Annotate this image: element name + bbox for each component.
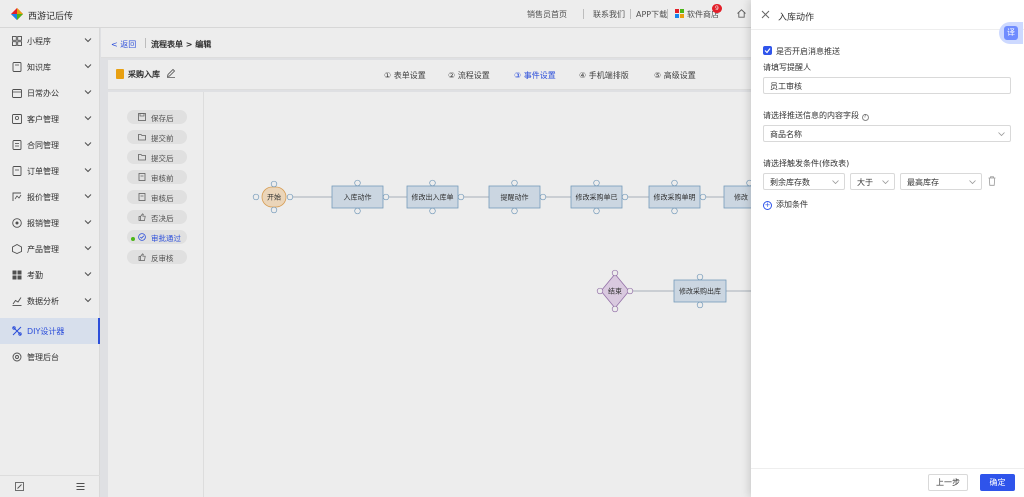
remind-label: 请填写提醒人 — [763, 63, 811, 72]
action-drawer: 入库动作 译 是否开启消息推送 请填写提醒人 员工审核 请选择推送信息的内容字段… — [751, 0, 1024, 497]
chevron-down-icon — [998, 132, 1005, 137]
push-enable-checkbox[interactable] — [763, 46, 772, 55]
trash-icon[interactable] — [988, 176, 996, 186]
content-field-value: 商品名称 — [770, 130, 802, 139]
confirm-button[interactable]: 确定 — [980, 474, 1015, 491]
help-icon[interactable]: ? — [861, 114, 869, 121]
condition-value: 最高库存 — [907, 178, 939, 187]
content-field-select[interactable]: 商品名称 — [763, 125, 1011, 142]
trigger-label: 请选择触发条件(修改表) — [763, 159, 850, 168]
chevron-down-icon — [832, 180, 839, 185]
add-condition-label: 添加条件 — [776, 200, 808, 209]
drawer-title: 入库动作 — [778, 13, 815, 23]
chevron-down-icon — [969, 180, 976, 185]
add-condition-button[interactable]: + 添加条件 — [763, 199, 808, 210]
drawer-header: 入库动作 — [751, 0, 1024, 30]
condition-value-select[interactable]: 最高库存 — [900, 173, 982, 190]
translate-button[interactable]: 译 — [999, 22, 1023, 44]
check-icon — [764, 48, 771, 54]
condition-field-value: 剩余库存数 — [770, 178, 810, 187]
push-enable-label: 是否开启消息推送 — [776, 47, 840, 56]
translate-icon: 译 — [1004, 26, 1018, 40]
modal-mask[interactable] — [0, 0, 751, 497]
content-field-label: 请选择推送信息的内容字段 ? — [763, 110, 869, 121]
close-icon[interactable] — [761, 10, 770, 19]
condition-operator-select[interactable]: 大于 — [850, 173, 895, 190]
remind-value: 员工审核 — [770, 82, 802, 91]
plus-circle-icon: + — [763, 201, 772, 210]
prev-step-button[interactable]: 上一步 — [928, 474, 968, 491]
content-field-text: 请选择推送信息的内容字段 — [763, 111, 859, 120]
remind-input[interactable]: 员工审核 — [763, 77, 1011, 94]
condition-field-select[interactable]: 剩余库存数 — [763, 173, 845, 190]
condition-operator-value: 大于 — [857, 178, 873, 187]
chevron-down-icon — [882, 180, 889, 185]
